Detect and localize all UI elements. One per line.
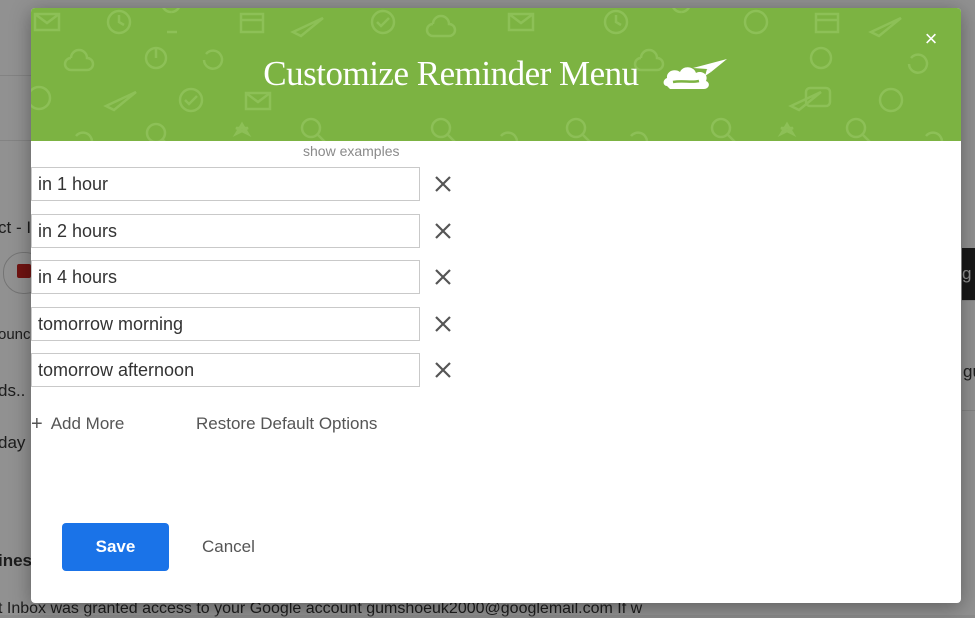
dialog-title-row: Customize Reminder Menu — [31, 54, 961, 94]
reminder-option-row — [31, 260, 471, 294]
remove-option-x-icon[interactable] — [431, 358, 455, 382]
remove-option-x-icon[interactable] — [431, 219, 455, 243]
dialog-title: Customize Reminder Menu — [263, 54, 639, 93]
remove-option-x-icon[interactable] — [431, 172, 455, 196]
reminder-option-row — [31, 167, 471, 201]
close-icon[interactable]: × — [920, 28, 942, 50]
dialog-header: Customize Reminder Menu × — [31, 8, 961, 141]
reminder-option-input[interactable] — [31, 167, 420, 201]
reminder-option-input[interactable] — [31, 353, 420, 387]
remove-option-x-icon[interactable] — [431, 265, 455, 289]
restore-default-options-button[interactable]: Restore Default Options — [196, 414, 377, 434]
reminder-option-input[interactable] — [31, 260, 420, 294]
cancel-button[interactable]: Cancel — [194, 523, 263, 571]
reminder-option-row — [31, 307, 471, 341]
reminder-option-row — [31, 353, 471, 387]
reminder-option-input[interactable] — [31, 214, 420, 248]
plus-icon: + — [31, 412, 43, 435]
cloud-paper-plane-icon — [661, 56, 729, 96]
customize-reminder-dialog: Customize Reminder Menu × show examples — [31, 8, 961, 603]
reminder-option-row — [31, 214, 471, 248]
add-more-button[interactable]: + Add More — [31, 414, 124, 434]
show-examples-link[interactable]: show examples — [303, 143, 400, 159]
add-more-label: Add More — [50, 414, 125, 433]
reminder-option-input[interactable] — [31, 307, 420, 341]
save-button[interactable]: Save — [62, 523, 169, 571]
remove-option-x-icon[interactable] — [431, 312, 455, 336]
